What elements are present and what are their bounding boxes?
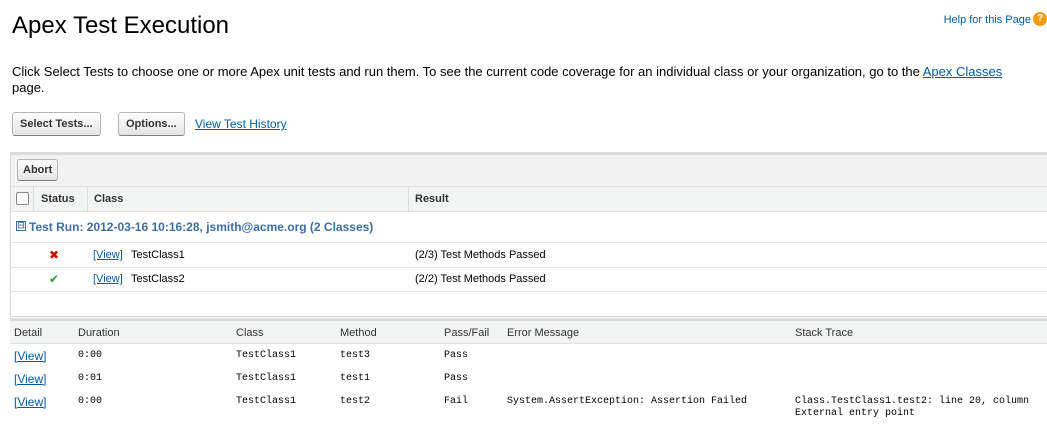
column-divider bbox=[408, 187, 409, 212]
view-link[interactable]: [View] bbox=[14, 349, 46, 363]
detail-column-header: Detail Duration Class Method Pass/Fail E… bbox=[10, 321, 1047, 344]
view-link[interactable]: [View] bbox=[14, 395, 46, 409]
detail-column-header-detail[interactable]: Detail bbox=[14, 327, 42, 339]
result-text: (2/2) Test Methods Passed bbox=[415, 273, 546, 285]
method-name: test3 bbox=[340, 350, 371, 361]
table-row: ✔ [View] TestClass2 (2/2) Test Methods P… bbox=[11, 268, 1047, 292]
class-name: TestClass1 bbox=[236, 396, 297, 407]
class-name: TestClass1 bbox=[236, 373, 297, 384]
class-name: TestClass1 bbox=[236, 350, 297, 361]
intro-text: Click Select Tests to choose one or more… bbox=[12, 64, 1037, 96]
run-toolbar: Abort bbox=[11, 155, 1047, 187]
view-test-history-link[interactable]: View Test History bbox=[195, 117, 287, 131]
select-all-checkbox[interactable] bbox=[16, 192, 29, 205]
column-divider bbox=[33, 187, 34, 212]
column-divider bbox=[87, 187, 88, 212]
class-column-header[interactable]: Class bbox=[94, 193, 123, 205]
test-detail-table: Detail Duration Class Method Pass/Fail E… bbox=[10, 318, 1047, 430]
method-name: test2 bbox=[340, 396, 371, 407]
apex-classes-link[interactable]: Apex Classes bbox=[923, 64, 1002, 79]
method-name: test1 bbox=[340, 373, 371, 384]
detail-column-header-pass-fail[interactable]: Pass/Fail bbox=[444, 327, 489, 339]
table-row: ✖ [View] TestClass1 (2/3) Test Methods P… bbox=[11, 244, 1047, 268]
pass-fail: Pass bbox=[444, 373, 469, 384]
result-column-header[interactable]: Result bbox=[415, 193, 449, 205]
abort-button[interactable]: Abort bbox=[17, 159, 59, 181]
options-button[interactable]: Options... bbox=[118, 112, 185, 136]
select-tests-button[interactable]: Select Tests... bbox=[12, 112, 101, 136]
page-title: Apex Test Execution bbox=[12, 12, 230, 39]
status-column-header[interactable]: Status bbox=[41, 193, 75, 205]
detail-column-header-method[interactable]: Method bbox=[340, 327, 377, 339]
detail-column-header-class[interactable]: Class bbox=[236, 327, 264, 339]
result-text: (2/3) Test Methods Passed bbox=[415, 249, 546, 261]
table-row: [View] 0:00 TestClass1 test2 Fail System… bbox=[10, 391, 1047, 427]
pass-fail: Pass bbox=[444, 350, 469, 361]
table-row: [View] 0:00 TestClass1 test3 Pass bbox=[10, 345, 1047, 367]
pass-fail: Fail bbox=[444, 396, 469, 407]
pass-icon: ✔ bbox=[49, 272, 60, 286]
class-name: TestClass2 bbox=[131, 273, 185, 285]
test-run-group-row: ⊟ Test Run: 2012-03-16 10:16:28, jsmith@… bbox=[11, 213, 1047, 243]
view-link[interactable]: [View] bbox=[14, 372, 46, 386]
class-name: TestClass1 bbox=[131, 249, 185, 261]
detail-column-header-error[interactable]: Error Message bbox=[507, 327, 579, 339]
help-icon[interactable]: ? bbox=[1033, 12, 1047, 26]
table-row: [View] 0:01 TestClass1 test1 Pass bbox=[10, 368, 1047, 390]
stack-trace: Class.TestClass1.test2: line 20, column bbox=[795, 396, 1030, 407]
stack-trace-line-2: External entry point bbox=[795, 408, 916, 419]
view-link[interactable]: [View] bbox=[93, 249, 123, 261]
duration: 0:00 bbox=[78, 350, 103, 361]
test-run-panel: Abort Status Class Result ⊟ Test Run: 20… bbox=[10, 152, 1047, 317]
intro-text-before: Click Select Tests to choose one or more… bbox=[12, 64, 923, 79]
intro-text-after: page. bbox=[12, 80, 45, 95]
help-link[interactable]: Help for this Page bbox=[944, 14, 1031, 26]
run-column-header: Status Class Result bbox=[11, 187, 1047, 212]
duration: 0:01 bbox=[78, 373, 103, 384]
view-link[interactable]: [View] bbox=[93, 273, 123, 285]
error-message: System.AssertException: Assertion Failed bbox=[507, 396, 748, 407]
collapse-icon[interactable]: ⊟ bbox=[16, 221, 26, 231]
detail-column-header-stack[interactable]: Stack Trace bbox=[795, 327, 853, 339]
detail-column-header-duration[interactable]: Duration bbox=[78, 327, 120, 339]
test-run-label: Test Run: 2012-03-16 10:16:28, jsmith@ac… bbox=[29, 220, 374, 234]
duration: 0:00 bbox=[78, 396, 103, 407]
fail-icon: ✖ bbox=[49, 248, 60, 262]
